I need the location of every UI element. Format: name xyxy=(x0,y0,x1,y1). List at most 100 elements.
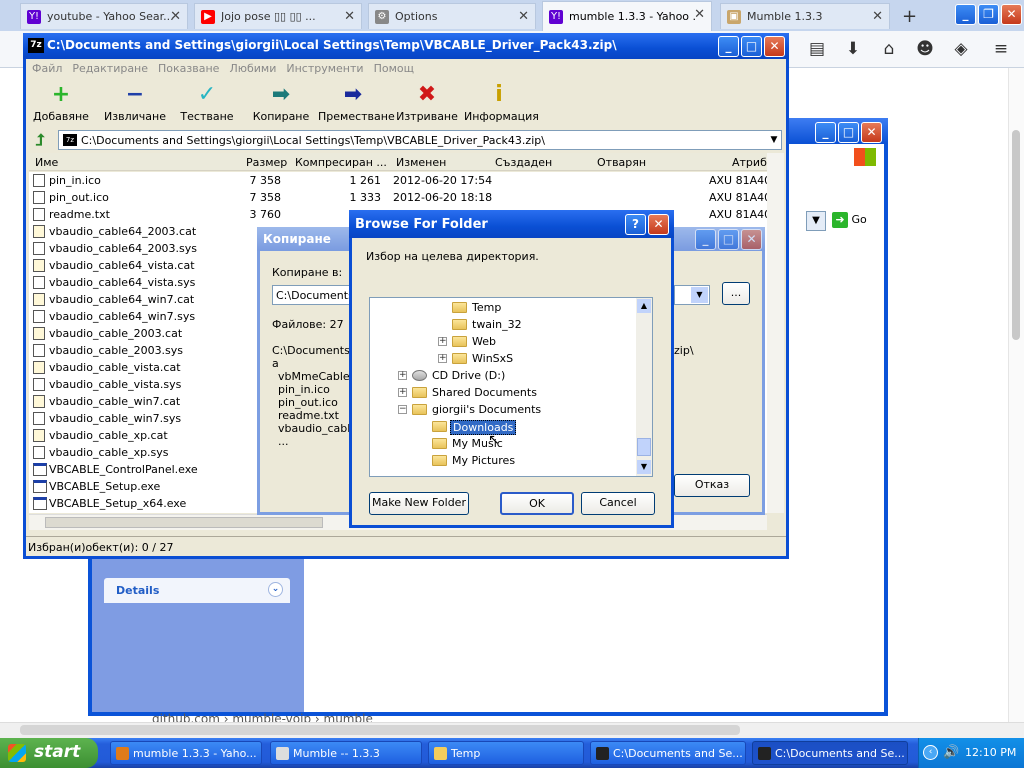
chevron-down-icon[interactable]: ⌄ xyxy=(268,582,283,597)
copy-to-field[interactable]: C:\Documents a xyxy=(272,285,350,305)
toolbar-button-0[interactable]: + Добавяне xyxy=(26,82,96,123)
taskbar-button[interactable]: C:\Documents and Se... xyxy=(752,741,908,765)
tree-node[interactable]: Temp xyxy=(370,300,635,317)
ok-button[interactable]: OK xyxy=(500,492,574,515)
sevenzip-maximize-button[interactable]: □ xyxy=(741,36,762,57)
details-pane-header[interactable]: Details ⌄ xyxy=(104,578,290,603)
browse-button[interactable]: ... xyxy=(722,282,750,305)
smiley-icon[interactable]: ☻ xyxy=(914,39,936,59)
toolbar-button-2[interactable]: ✓ Тестване xyxy=(172,82,242,123)
hscroll-thumb[interactable] xyxy=(45,517,323,528)
tree-node[interactable]: + CD Drive (D:) xyxy=(370,368,635,385)
toolbar-button-6[interactable]: i Информация xyxy=(464,82,539,123)
expand-icon[interactable]: + xyxy=(438,337,447,346)
menu-icon[interactable]: ≡ xyxy=(990,39,1012,59)
start-button[interactable]: start xyxy=(0,738,98,768)
browser-tab[interactable]: ▶ Jojo pose ▯▯ ▯▯ ... ✕ xyxy=(194,3,362,29)
address-dropdown-icon[interactable]: ▼ xyxy=(806,211,826,231)
column-name[interactable]: Име xyxy=(35,156,58,169)
browser-restore-button[interactable]: ❐ xyxy=(978,4,999,25)
tab-close-icon[interactable]: ✕ xyxy=(694,7,705,22)
column-created[interactable]: Създаден xyxy=(495,156,552,169)
column-accessed[interactable]: Отварян xyxy=(597,156,646,169)
browse-close-button[interactable]: ✕ xyxy=(648,214,669,235)
file-row[interactable]: pin_in.ico 7 358 1 261 2012-06-20 17:54 AXU … xyxy=(29,172,769,189)
tree-node[interactable]: Downloads xyxy=(370,419,635,436)
bg-close-button[interactable]: ✕ xyxy=(861,122,882,143)
toolbar-button-3[interactable]: ➡ Копиране xyxy=(246,82,316,123)
tree-node[interactable]: − giorgii's Documents xyxy=(370,402,635,419)
tree-node[interactable]: My Pictures xyxy=(370,453,635,470)
scroll-down-icon[interactable]: ▼ xyxy=(637,460,651,474)
copy-to-combo[interactable]: ▼ xyxy=(674,285,710,305)
page-hscroll-thumb[interactable] xyxy=(20,725,740,735)
toolbar-button-4[interactable]: ➡ Преместване xyxy=(318,82,395,123)
menu-favorites[interactable]: Любими xyxy=(229,62,276,75)
folder-tree[interactable]: Temp twain_32 + Web + WinSxS + CD Drive (D:) + Sh… xyxy=(369,297,653,477)
tree-node[interactable]: twain_32 xyxy=(370,317,635,334)
new-tab-button[interactable]: + xyxy=(902,6,917,27)
volume-icon[interactable]: 🔊 xyxy=(943,745,959,760)
toolbar-button-5[interactable]: ✖ Изтриване xyxy=(392,82,462,123)
pocket-icon[interactable]: ◈ xyxy=(950,39,972,59)
path-dropdown-icon[interactable]: ▼ xyxy=(766,130,782,150)
page-scroll-thumb[interactable] xyxy=(1012,130,1020,340)
collapse-icon[interactable]: − xyxy=(398,405,407,414)
taskbar-button[interactable]: Mumble -- 1.3.3 xyxy=(270,741,422,765)
bg-maximize-button[interactable]: □ xyxy=(838,122,859,143)
menu-edit[interactable]: Редактиране xyxy=(72,62,148,75)
copy-maximize-button[interactable]: □ xyxy=(718,229,739,250)
tab-close-icon[interactable]: ✕ xyxy=(344,9,355,24)
home-icon[interactable]: ⌂ xyxy=(878,39,900,59)
expand-icon[interactable]: + xyxy=(438,354,447,363)
menu-help[interactable]: Помощ xyxy=(374,62,414,75)
expand-icon[interactable]: + xyxy=(398,371,407,380)
menu-file[interactable]: Файл xyxy=(32,62,62,75)
go-button[interactable]: ➜ Go xyxy=(832,212,882,230)
browser-tab[interactable]: Y! mumble 1.3.3 - Yahoo ... ✕ xyxy=(542,1,712,31)
tab-close-icon[interactable]: ✕ xyxy=(872,9,883,24)
tray-collapse-icon[interactable]: ‹ xyxy=(923,745,938,760)
browser-minimize-button[interactable]: _ xyxy=(955,4,976,25)
browser-tab[interactable]: ▣ Mumble 1.3.3 ✕ xyxy=(720,3,890,29)
browser-tab[interactable]: ⚙ Options ✕ xyxy=(368,3,536,29)
copy-minimize-button[interactable]: _ xyxy=(695,229,716,250)
expand-icon[interactable]: + xyxy=(398,388,407,397)
copy-cancel-button[interactable]: Отказ xyxy=(674,474,750,497)
file-list-vertical-scrollbar[interactable] xyxy=(767,153,784,513)
help-button[interactable]: ? xyxy=(625,214,646,235)
menu-tools[interactable]: Инструменти xyxy=(286,62,363,75)
taskbar-button[interactable]: Temp xyxy=(428,741,584,765)
browser-close-button[interactable]: ✕ xyxy=(1001,4,1022,25)
download-icon[interactable]: ⬇ xyxy=(842,39,864,59)
copy-arrow-icon: ➡ xyxy=(271,82,291,107)
tree-scroll-thumb[interactable] xyxy=(637,438,651,456)
tree-node[interactable]: My Music xyxy=(370,436,635,453)
tree-node[interactable]: + Shared Documents xyxy=(370,385,635,402)
make-new-folder-button[interactable]: Make New Folder xyxy=(369,492,469,515)
file-row[interactable]: pin_out.ico 7 358 1 333 2012-06-20 18:18 AXU… xyxy=(29,189,769,206)
taskbar-button[interactable]: C:\Documents and Se... xyxy=(590,741,746,765)
scroll-up-icon[interactable]: ▲ xyxy=(637,299,651,313)
sevenzip-close-button[interactable]: ✕ xyxy=(764,36,785,57)
copy-close-button[interactable]: ✕ xyxy=(741,229,762,250)
path-field[interactable]: 7z C:\Documents and Settings\giorgii\Loca… xyxy=(58,130,782,150)
copy-to-dropdown-icon[interactable]: ▼ xyxy=(691,287,708,303)
browser-tab[interactable]: Y! youtube - Yahoo Sear... ✕ xyxy=(20,3,188,29)
menu-view[interactable]: Показване xyxy=(158,62,219,75)
column-modified[interactable]: Изменен xyxy=(396,156,446,169)
tree-node[interactable]: + Web xyxy=(370,334,635,351)
taskbar-button[interactable]: mumble 1.3.3 - Yaho... xyxy=(110,741,262,765)
sevenzip-minimize-button[interactable]: _ xyxy=(718,36,739,57)
folder-tree-scrollbar[interactable]: ▲ ▼ xyxy=(636,298,652,476)
browse-cancel-button[interactable]: Cancel xyxy=(581,492,655,515)
bg-minimize-button[interactable]: _ xyxy=(815,122,836,143)
column-packed[interactable]: Компресиран ... xyxy=(295,156,387,169)
reader-icon[interactable]: ▤ xyxy=(806,39,828,59)
tab-close-icon[interactable]: ✕ xyxy=(170,9,181,24)
up-folder-icon[interactable]: ⮥ xyxy=(30,130,50,150)
toolbar-button-1[interactable]: − Извличане xyxy=(100,82,170,123)
tab-close-icon[interactable]: ✕ xyxy=(518,9,529,24)
tree-node[interactable]: + WinSxS xyxy=(370,351,635,368)
column-size[interactable]: Размер xyxy=(246,156,287,169)
